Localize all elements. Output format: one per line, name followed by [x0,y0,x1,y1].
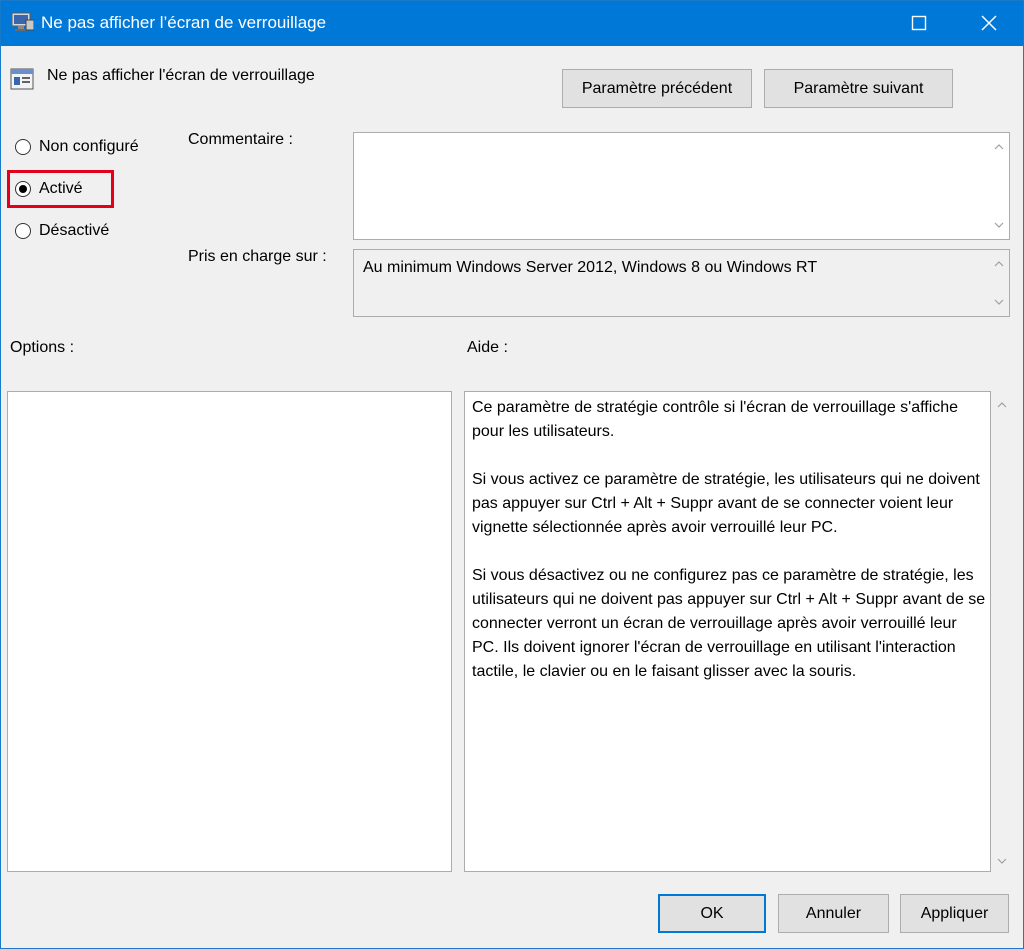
radio-disabled-circle[interactable] [15,223,31,239]
help-paragraph: Si vous désactivez ou ne configurez pas … [472,567,986,680]
scroll-up-icon[interactable] [994,144,1004,150]
maximize-button[interactable] [889,1,949,46]
supported-on-value: Au minimum Windows Server 2012, Windows … [363,259,818,276]
help-panel[interactable]: Ce paramètre de stratégie contrôle si l'… [464,391,991,872]
cancel-button[interactable]: Annuler [778,894,889,933]
options-panel [7,391,452,872]
previous-setting-button[interactable]: Paramètre précédent [562,69,752,108]
supported-scrollbar[interactable] [989,250,1009,316]
close-icon [981,15,997,31]
policy-setting-icon [10,67,34,91]
help-text: Ce paramètre de stratégie contrôle si l'… [472,396,986,708]
maximize-icon [911,15,927,31]
policy-settings-icon [11,12,35,32]
policy-dialog-window: Ne pas afficher l’écran de verrouillage … [0,0,1024,949]
scroll-down-icon[interactable] [994,222,1004,228]
supported-on-field: Au minimum Windows Server 2012, Windows … [353,249,1010,317]
radio-enabled[interactable]: Activé [15,180,83,198]
options-label: Options : [10,339,75,356]
close-button[interactable] [959,1,1019,46]
radio-disabled-label: Désactivé [39,222,110,239]
radio-enabled-circle[interactable] [15,181,31,197]
help-scrollbar[interactable] [992,391,1012,872]
radio-not-configured-label: Non configuré [39,138,139,155]
radio-enabled-label: Activé [39,180,83,197]
help-paragraph: Ce paramètre de stratégie contrôle si l'… [472,399,959,440]
comment-label: Commentaire : [188,131,293,148]
window-title: Ne pas afficher l’écran de verrouillage [41,13,327,32]
next-setting-button[interactable]: Paramètre suivant [764,69,953,108]
policy-name: Ne pas afficher l'écran de verrouillage [47,67,315,84]
radio-not-configured-circle[interactable] [15,139,31,155]
scroll-down-icon[interactable] [994,299,1004,305]
help-label: Aide : [467,339,508,356]
apply-button[interactable]: Appliquer [900,894,1009,933]
scroll-down-icon[interactable] [997,858,1007,864]
radio-not-configured[interactable]: Non configuré [15,138,139,156]
title-bar[interactable]: Ne pas afficher l’écran de verrouillage [1,1,1023,46]
help-paragraph: Si vous activez ce paramètre de stratégi… [472,471,980,536]
scroll-up-icon[interactable] [997,402,1007,408]
ok-button[interactable]: OK [658,894,766,933]
comment-scrollbar[interactable] [989,133,1009,239]
scroll-up-icon[interactable] [994,261,1004,267]
comment-textarea[interactable] [353,132,1010,240]
supported-on-label: Pris en charge sur : [188,248,327,265]
radio-disabled[interactable]: Désactivé [15,222,109,240]
